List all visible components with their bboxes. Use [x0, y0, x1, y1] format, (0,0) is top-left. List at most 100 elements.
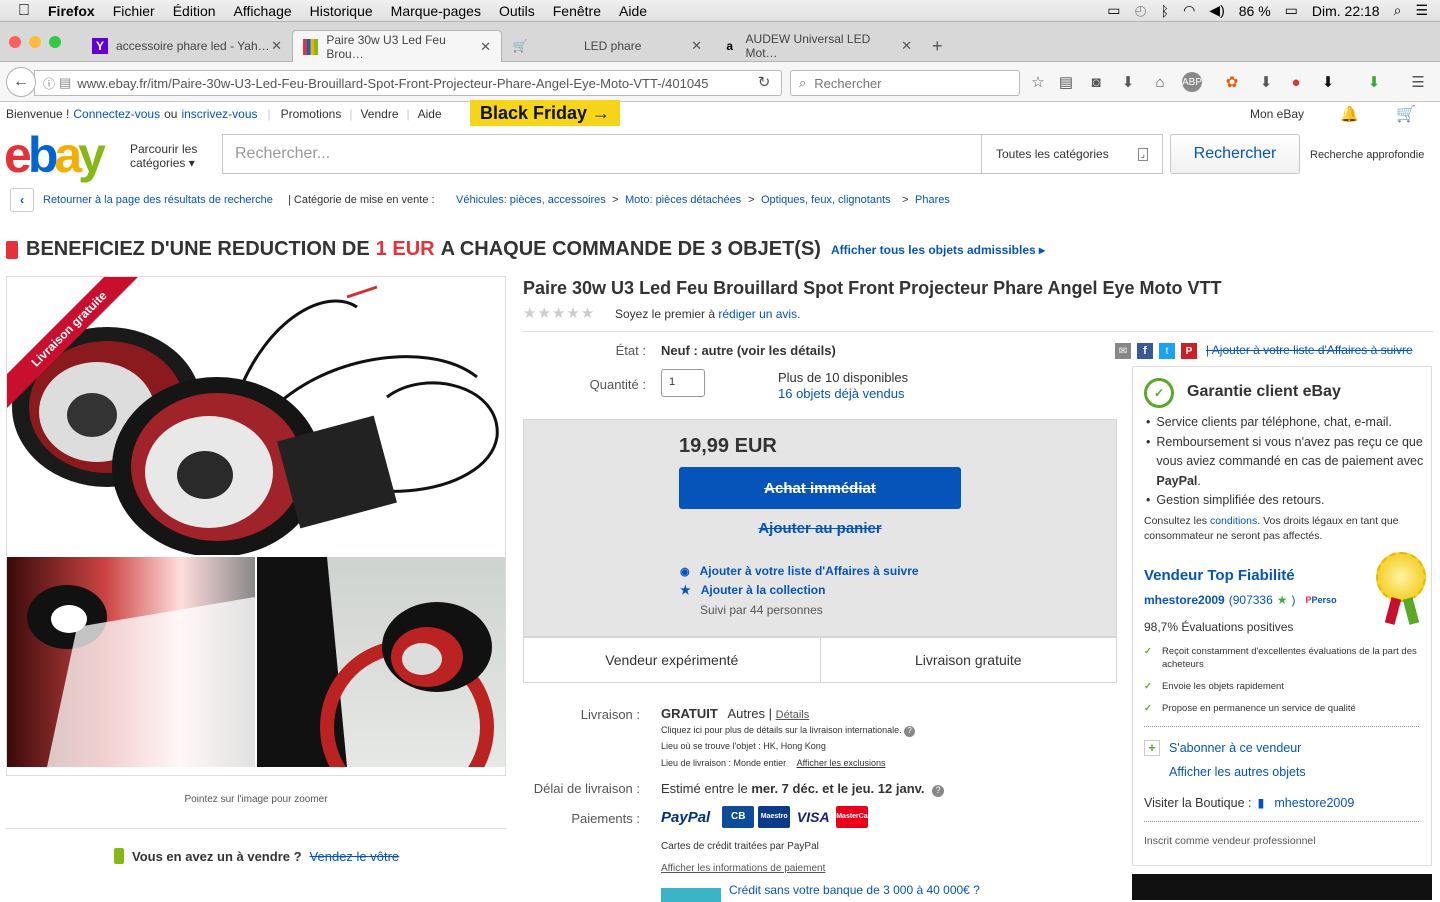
- ebay-logo[interactable]: ebay: [4, 126, 106, 184]
- conditions-link[interactable]: conditions: [1210, 515, 1257, 527]
- payment-info-link[interactable]: Afficher les informations de paiement: [661, 863, 825, 874]
- clock[interactable]: Dim. 22:18: [1312, 3, 1380, 19]
- email-share-icon[interactable]: ✉: [1115, 343, 1131, 359]
- exclusions-link[interactable]: Afficher les exclusions: [797, 758, 886, 768]
- download-icon[interactable]: ⬇: [1118, 72, 1138, 92]
- url-text[interactable]: www.ebay.fr/itm/Paire-30w-U3-Led-Feu-Bro…: [77, 76, 708, 91]
- menu-fenetre[interactable]: Fenêtre: [544, 3, 610, 19]
- green-download-icon[interactable]: ⬇: [1364, 72, 1384, 92]
- subscribe-link[interactable]: S'abonner à ce vendeur: [1169, 741, 1301, 755]
- menu-marque-pages[interactable]: Marque-pages: [382, 3, 490, 19]
- write-review-link[interactable]: rédiger un avis.: [718, 307, 800, 321]
- browser-search-box[interactable]: ⌕ Rechercher: [790, 70, 1020, 96]
- quantity-input[interactable]: 1: [661, 369, 705, 397]
- menu-aide[interactable]: Aide: [610, 3, 656, 19]
- airplay-icon[interactable]: ▭: [1107, 2, 1120, 19]
- breadcrumb-item-phares[interactable]: Phares: [915, 194, 950, 206]
- sold-count-link[interactable]: 16 objets déjà vendus: [778, 386, 904, 401]
- add-to-watchlist-row[interactable]: ◉ Ajouter à votre liste d'Affaires à suiv…: [680, 564, 919, 578]
- pinterest-share-icon[interactable]: P: [1181, 343, 1197, 359]
- notification-bell-icon[interactable]: 🔔: [1340, 105, 1359, 123]
- credit-offer-link[interactable]: Crédit sans votre banque de 3 000 à 40 0…: [729, 883, 980, 897]
- adblock-icon[interactable]: ABP: [1182, 72, 1202, 92]
- breadcrumb-item-optics[interactable]: Optiques, feux, clignotants: [761, 194, 891, 206]
- menu-fichier[interactable]: Fichier: [104, 3, 164, 19]
- watchlist-top-link[interactable]: | Ajouter à votre liste d'Affaires à sui…: [1206, 343, 1413, 357]
- advanced-search-link[interactable]: Recherche approfondie: [1310, 149, 1424, 161]
- breadcrumb-item-moto[interactable]: Moto: pièces détachées: [625, 194, 741, 206]
- twitter-share-icon[interactable]: t: [1159, 343, 1175, 359]
- seller-name-link[interactable]: mhestore2009: [1144, 593, 1225, 607]
- menu-edition[interactable]: Édition: [164, 3, 225, 19]
- feedback-score[interactable]: 907336: [1233, 593, 1273, 607]
- other-items-link[interactable]: Afficher les autres objets: [1169, 765, 1306, 779]
- close-tab-icon[interactable]: ✕: [901, 38, 912, 54]
- cart-icon[interactable]: 🛒: [1396, 104, 1416, 124]
- back-to-results-icon[interactable]: ‹: [10, 188, 34, 212]
- promo-link[interactable]: Afficher tous les objets admissibles ▸: [831, 243, 1045, 257]
- colorful-extension-icon[interactable]: ●: [1286, 72, 1306, 92]
- help-icon[interactable]: ?: [904, 726, 916, 737]
- ad-banner[interactable]: [1132, 874, 1432, 900]
- promotions-link[interactable]: Promotions: [281, 107, 342, 121]
- time-machine-icon[interactable]: ◴: [1134, 2, 1146, 19]
- register-link[interactable]: inscrivez-vous: [181, 107, 257, 121]
- download-arrow-icon[interactable]: ⬇: [1318, 72, 1338, 92]
- apple-icon[interactable]: : [0, 2, 39, 20]
- spotlight-icon[interactable]: ⌕: [1394, 2, 1402, 19]
- new-tab-button[interactable]: +: [932, 36, 943, 57]
- main-search-input[interactable]: Rechercher...: [222, 134, 982, 174]
- home-icon[interactable]: ⌂: [1150, 72, 1170, 92]
- sell-link[interactable]: Vendre: [360, 107, 398, 121]
- store-link[interactable]: mhestore2009: [1274, 796, 1354, 810]
- battery-icon[interactable]: ▭: [1285, 2, 1298, 19]
- breadcrumb-item-vehicles[interactable]: Véhicules: pièces, accessoires: [456, 194, 606, 206]
- buy-now-button[interactable]: Achat immédiat: [679, 467, 961, 509]
- reload-icon[interactable]: ↻: [754, 72, 774, 92]
- subscribe-row[interactable]: + S'abonner à ce vendeur: [1144, 740, 1301, 756]
- main-product-image[interactable]: Livraison gratuite: [7, 277, 505, 555]
- close-tab-icon[interactable]: ✕: [480, 39, 491, 55]
- reading-list-icon[interactable]: ▤: [1056, 72, 1076, 92]
- bookmark-star-icon[interactable]: ☆: [1028, 72, 1048, 92]
- add-to-watchlist-link[interactable]: Ajouter à votre liste d'Affaires à suivr…: [700, 564, 919, 578]
- zoom-window-button[interactable]: [49, 36, 61, 48]
- tab-ebay-active[interactable]: Paire 30w U3 Led Feu Brou… ✕: [292, 30, 502, 62]
- tab-yahoo[interactable]: Y accessoire phare led - Yah… ✕: [82, 30, 292, 62]
- tab-led-phare[interactable]: 🛒 LED phare ✕: [502, 30, 712, 62]
- thumbnail-mounted-light[interactable]: [257, 557, 505, 767]
- facebook-share-icon[interactable]: f: [1137, 343, 1153, 359]
- menu-app-name[interactable]: Firefox: [39, 3, 104, 19]
- notification-center-icon[interactable]: ☰: [1415, 2, 1428, 19]
- close-tab-icon[interactable]: ✕: [691, 38, 702, 54]
- help-icon[interactable]: ?: [932, 785, 945, 797]
- black-friday-banner[interactable]: Black Friday →: [470, 100, 620, 126]
- browse-categories-button[interactable]: Parcourir les catégories ▾: [130, 142, 197, 170]
- sell-yours-link[interactable]: Vendez le vôtre: [310, 849, 400, 864]
- my-ebay-link[interactable]: Mon eBay: [1250, 107, 1304, 121]
- thumbnail-light-beam[interactable]: [7, 557, 255, 767]
- hamburger-menu-icon[interactable]: ☰: [1408, 72, 1428, 92]
- minimize-window-button[interactable]: [29, 36, 41, 48]
- save-icon[interactable]: ⬇: [1256, 72, 1276, 92]
- extension-icon[interactable]: ✿: [1222, 72, 1242, 92]
- tab-amazon[interactable]: a AUDEW Universal LED Mot… ✕: [712, 30, 922, 62]
- signin-link[interactable]: Connectez-vous: [73, 107, 160, 121]
- bluetooth-icon[interactable]: ᛒ: [1161, 3, 1169, 19]
- pocket-icon[interactable]: ◙: [1086, 72, 1106, 92]
- add-to-cart-link[interactable]: Ajouter au panier: [679, 520, 961, 537]
- search-button[interactable]: Rechercher: [1170, 134, 1300, 174]
- info-icon[interactable]: ⓘ: [43, 75, 55, 92]
- close-tab-icon[interactable]: ✕: [271, 38, 282, 54]
- menu-historique[interactable]: Historique: [301, 3, 382, 19]
- product-gallery[interactable]: Livraison gratuite: [6, 276, 506, 776]
- category-select[interactable]: Toutes les catégories ⌟: [981, 134, 1163, 174]
- back-to-results-link[interactable]: Retourner à la page des résultats de rec…: [43, 194, 273, 206]
- menu-affichage[interactable]: Affichage: [225, 3, 301, 19]
- back-button[interactable]: ←: [6, 67, 36, 97]
- help-link[interactable]: Aide: [418, 107, 442, 121]
- add-to-collection-link[interactable]: Ajouter à la collection: [701, 583, 826, 597]
- shipping-details-link[interactable]: Détails: [776, 709, 810, 721]
- volume-icon[interactable]: ◀): [1209, 2, 1224, 19]
- url-bar[interactable]: ⓘ ▤ www.ebay.fr/itm/Paire-30w-U3-Led-Feu…: [34, 70, 782, 96]
